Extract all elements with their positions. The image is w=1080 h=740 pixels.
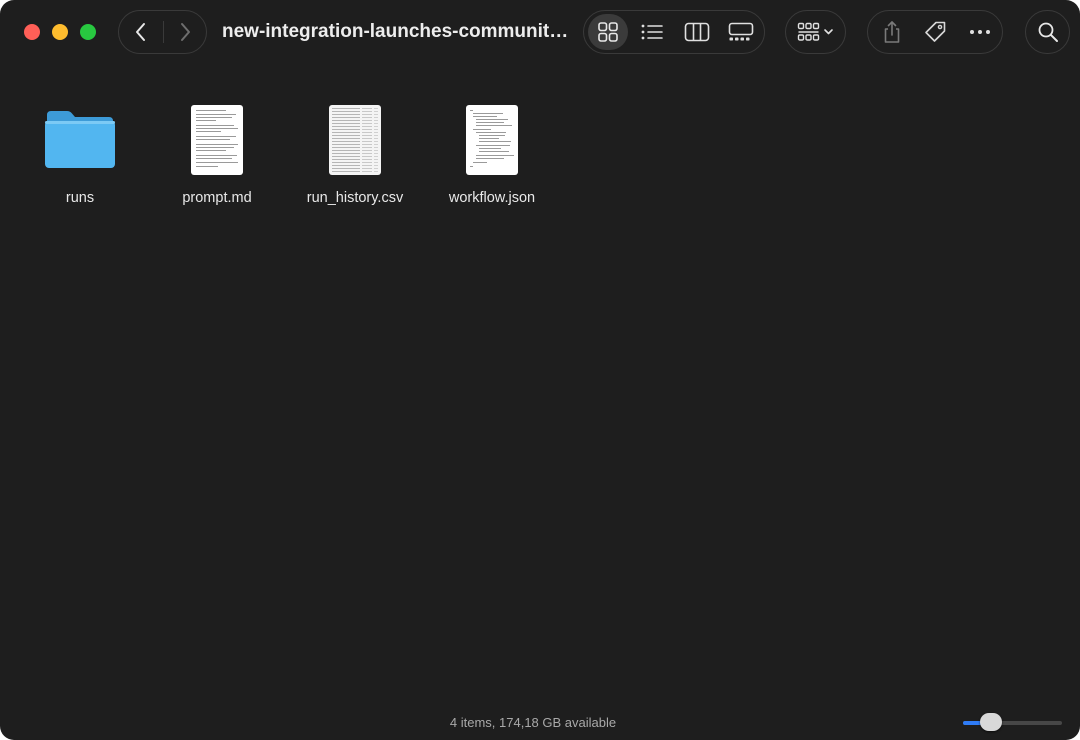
forward-button[interactable] <box>163 11 207 53</box>
status-summary: 4 items, 174,18 GB available <box>449 715 617 730</box>
file-name: runs <box>65 190 95 206</box>
file-item-prompt[interactable]: prompt.md <box>152 84 282 206</box>
search-button[interactable] <box>1026 11 1069 53</box>
file-item-run-history[interactable]: run_history.csv <box>290 84 420 206</box>
grid-icon <box>598 22 618 42</box>
list-icon <box>641 24 663 40</box>
view-icons-button[interactable] <box>588 14 628 50</box>
finder-window: new-integration-launches-community… runs… <box>0 0 1080 740</box>
status-bar: 4 items, 174,18 GB available <box>0 704 1080 740</box>
view-gallery-button[interactable] <box>721 14 761 50</box>
zoom-slider-knob[interactable] <box>979 713 1002 731</box>
group-by-button[interactable] <box>786 11 845 53</box>
file-item-workflow[interactable]: workflow.json <box>427 84 557 206</box>
columns-icon <box>684 22 710 42</box>
toolbar: new-integration-launches-community… <box>0 0 1080 64</box>
action-group <box>867 10 1003 54</box>
file-browser-content: runs prompt.md run_history.csv workflow.… <box>0 64 1080 704</box>
tag-icon <box>925 21 946 42</box>
file-item-runs[interactable]: runs <box>15 84 145 206</box>
more-icon <box>970 30 990 34</box>
share-icon <box>884 21 900 43</box>
more-options-button[interactable] <box>958 11 1002 53</box>
group-by-menu[interactable] <box>785 10 846 54</box>
view-columns-button[interactable] <box>677 14 717 50</box>
file-name: workflow.json <box>448 190 536 206</box>
file-name: run_history.csv <box>306 190 404 206</box>
search-control[interactable] <box>1025 10 1070 54</box>
search-icon <box>1038 22 1058 42</box>
minimize-window-button[interactable] <box>52 24 68 40</box>
chevron-left-icon <box>136 23 145 41</box>
group-by-icon <box>797 22 833 41</box>
navigation-group <box>118 10 207 54</box>
json-file-icon <box>466 105 518 175</box>
markdown-file-icon <box>191 105 243 175</box>
chevron-right-icon <box>181 23 190 41</box>
view-list-button[interactable] <box>632 14 672 50</box>
file-name: prompt.md <box>182 190 252 206</box>
zoom-window-button[interactable] <box>80 24 96 40</box>
close-window-button[interactable] <box>24 24 40 40</box>
tag-button[interactable] <box>913 11 957 53</box>
window-title: new-integration-launches-community… <box>222 21 574 42</box>
folder-icon <box>45 111 115 168</box>
view-mode-group <box>583 10 765 54</box>
share-button[interactable] <box>870 11 914 53</box>
back-button[interactable] <box>119 11 163 53</box>
csv-file-icon <box>329 105 381 175</box>
gallery-icon <box>728 22 754 41</box>
